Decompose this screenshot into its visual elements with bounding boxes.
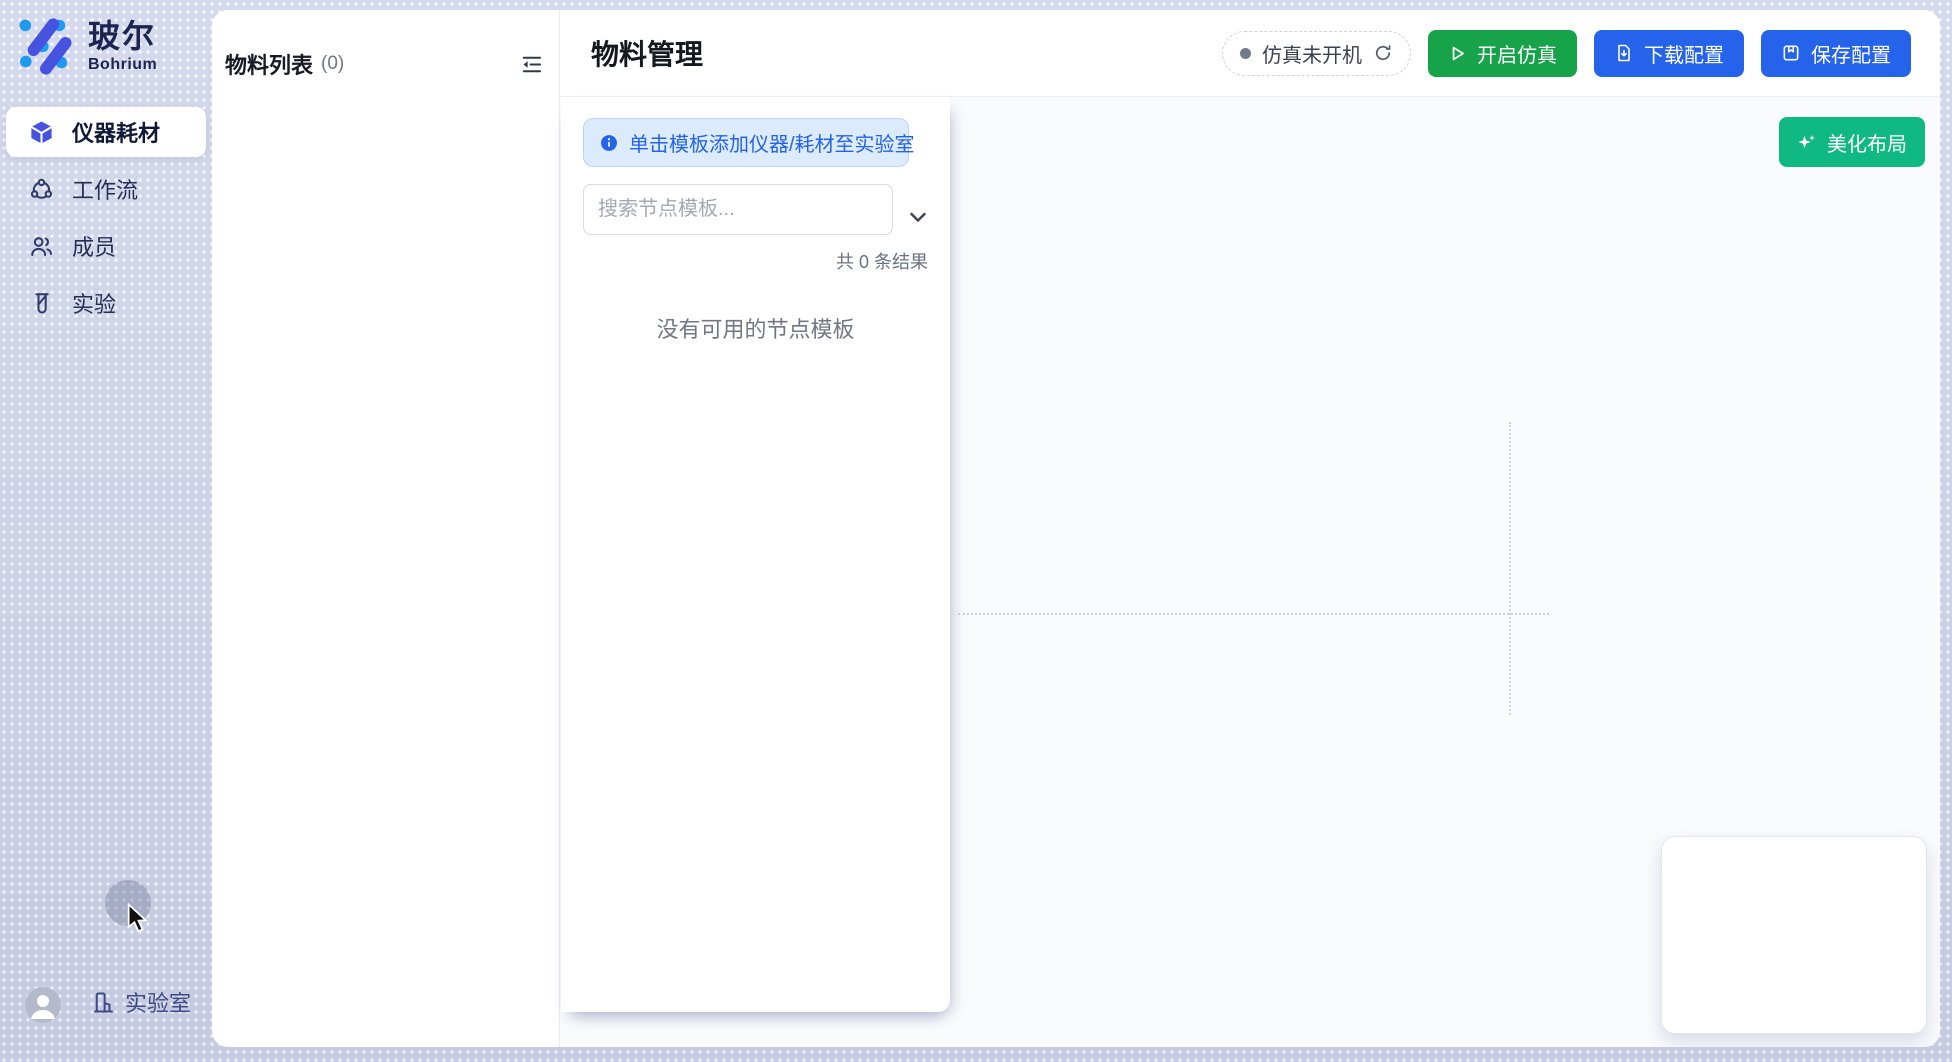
save-icon bbox=[1781, 43, 1801, 63]
sidebar-item-workflow[interactable]: 工作流 bbox=[6, 164, 206, 214]
save-config-button[interactable]: 保存配置 bbox=[1761, 30, 1911, 77]
brand-name: 玻尔 bbox=[88, 20, 157, 52]
sparkles-icon bbox=[1797, 132, 1817, 152]
search-result-count: 共 0 条结果 bbox=[836, 248, 928, 274]
lab-switcher[interactable]: 实验室 bbox=[90, 986, 191, 1018]
canvas-minimap[interactable] bbox=[1661, 836, 1927, 1034]
node-template-panel: 单击模板添加仪器/耗材至实验室 共 0 条结果 没有可用的节点模板 bbox=[561, 97, 950, 1012]
material-list-panel: 物料列表 (0) bbox=[212, 10, 560, 1047]
sidebar-item-label: 成员 bbox=[72, 230, 116, 262]
simulation-status-pill[interactable]: 仿真未开机 bbox=[1222, 31, 1411, 76]
building-icon bbox=[90, 989, 117, 1016]
sidebar-item-label: 仪器耗材 bbox=[72, 116, 160, 148]
experiment-icon bbox=[28, 290, 55, 317]
empty-template-message: 没有可用的节点模板 bbox=[561, 312, 950, 344]
workflow-canvas[interactable]: 单击模板添加仪器/耗材至实验室 共 0 条结果 没有可用的节点模板 bbox=[560, 97, 1940, 1047]
user-avatar[interactable] bbox=[25, 987, 61, 1023]
workflow-icon bbox=[28, 176, 55, 203]
material-list-title: 物料列表 bbox=[225, 48, 313, 80]
collapse-panel-icon[interactable] bbox=[520, 53, 543, 76]
start-simulation-button[interactable]: 开启仿真 bbox=[1428, 30, 1577, 77]
start-simulation-label: 开启仿真 bbox=[1477, 39, 1557, 68]
chevron-down-icon[interactable] bbox=[906, 205, 930, 229]
save-config-label: 保存配置 bbox=[1811, 39, 1891, 68]
sidebar-item-label: 实验 bbox=[72, 287, 116, 319]
lab-label: 实验室 bbox=[125, 986, 191, 1018]
app-window: 物料列表 (0) 物料管理 仿真未开机 bbox=[212, 10, 1940, 1047]
simulation-status-label: 仿真未开机 bbox=[1262, 39, 1362, 68]
sidebar-item-instruments[interactable]: 仪器耗材 bbox=[6, 107, 206, 157]
status-dot bbox=[1240, 48, 1251, 59]
canvas-guide-horizontal bbox=[958, 613, 1549, 615]
material-list-count: (0) bbox=[321, 53, 344, 75]
sidebar-item-experiments[interactable]: 实验 bbox=[6, 278, 206, 328]
header-actions: 仿真未开机 开启仿真 bbox=[1222, 30, 1911, 77]
page-header: 物料管理 仿真未开机 bbox=[560, 10, 1940, 97]
download-config-label: 下载配置 bbox=[1644, 39, 1724, 68]
info-icon bbox=[599, 133, 619, 153]
template-search-input[interactable] bbox=[583, 184, 893, 235]
sidebar-item-label: 工作流 bbox=[72, 173, 138, 205]
template-hint-banner: 单击模板添加仪器/耗材至实验室 bbox=[583, 118, 909, 167]
cube-icon bbox=[28, 119, 55, 146]
file-download-icon bbox=[1614, 43, 1634, 63]
material-list-header: 物料列表 (0) bbox=[212, 10, 559, 80]
sidebar-nav: 仪器耗材 工作流 成员 bbox=[6, 107, 206, 335]
sidebar-item-members[interactable]: 成员 bbox=[6, 221, 206, 271]
canvas-guide-vertical bbox=[1509, 422, 1511, 715]
sidebar-footer: 实验室 bbox=[0, 992, 212, 1062]
download-config-button[interactable]: 下载配置 bbox=[1594, 30, 1744, 77]
template-hint-text: 单击模板添加仪器/耗材至实验室 bbox=[629, 128, 915, 157]
main-area: 物料管理 仿真未开机 bbox=[560, 10, 1940, 1047]
beautify-layout-label: 美化布局 bbox=[1827, 128, 1907, 157]
brand-subtitle: Bohrium bbox=[88, 57, 157, 73]
page-title: 物料管理 bbox=[591, 33, 703, 73]
play-icon bbox=[1448, 44, 1467, 63]
mouse-cursor bbox=[127, 903, 148, 934]
members-icon bbox=[28, 233, 55, 260]
bohrium-logo-icon bbox=[16, 14, 80, 78]
refresh-icon[interactable] bbox=[1373, 43, 1393, 63]
brand-logo: 玻尔 Bohrium bbox=[16, 14, 157, 78]
beautify-layout-button[interactable]: 美化布局 bbox=[1779, 117, 1925, 167]
